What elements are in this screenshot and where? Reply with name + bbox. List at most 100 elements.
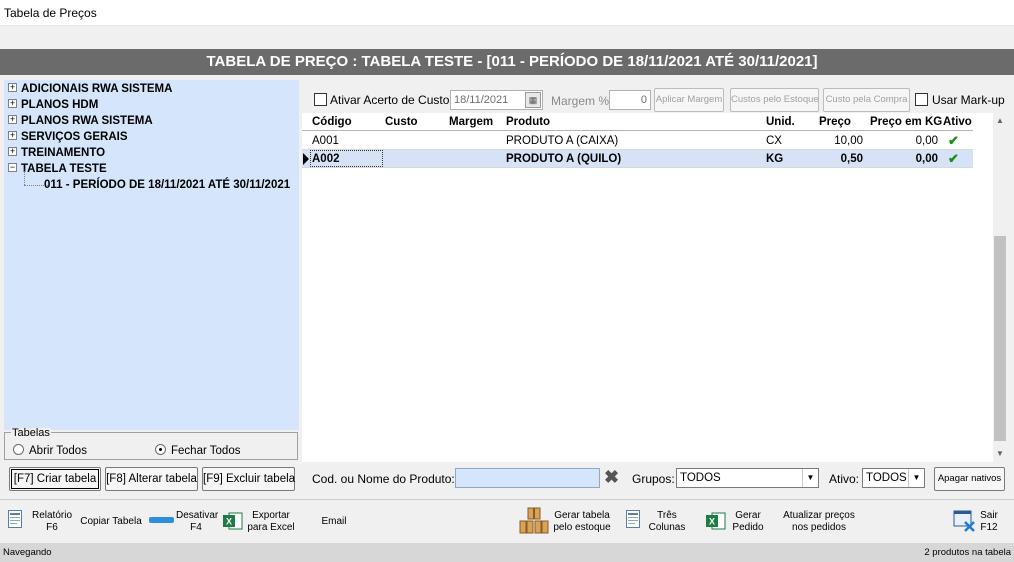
- product-search-input[interactable]: [455, 468, 600, 488]
- radio-indicator-checked[interactable]: [155, 444, 166, 456]
- gerar-pedido-label: Gerar: [735, 510, 761, 521]
- svg-text:X: X: [709, 517, 715, 527]
- column-header[interactable]: Unid.: [766, 116, 795, 128]
- radio-label: Fechar Todos: [171, 445, 241, 457]
- table-row-selected[interactable]: A002 PRODUTO A (QUILO) KG 0,50 0,00 ✔: [302, 150, 973, 168]
- tres-colunas-button[interactable]: Três Colunas: [622, 500, 690, 544]
- cell-produto[interactable]: PRODUTO A (CAIXA): [506, 135, 618, 147]
- column-header[interactable]: Preço em KG: [870, 116, 942, 128]
- chevron-down-icon[interactable]: ▼: [908, 469, 924, 487]
- scroll-thumb[interactable]: [994, 236, 1006, 441]
- tree-item-label: PLANOS HDM: [21, 99, 99, 111]
- tree-item-servicos-gerais[interactable]: + SERVIÇOS GERAIS: [8, 129, 128, 145]
- excel-icon: X: [706, 512, 726, 530]
- sair-shortcut: F12: [980, 522, 998, 533]
- tree-item-planos-hdm[interactable]: + PLANOS HDM: [8, 97, 98, 113]
- exportar-label: Exportar: [252, 510, 290, 521]
- tree-item-label: TREINAMENTO: [21, 147, 106, 159]
- ativo-value: TODOS: [866, 472, 907, 484]
- clear-filter-icon[interactable]: ✖: [604, 467, 619, 487]
- grupos-select[interactable]: TODOS ▼: [676, 468, 819, 488]
- grid-scrollbar[interactable]: ▲ ▼: [993, 113, 1007, 462]
- ativar-acerto-checkbox[interactable]: [314, 93, 327, 106]
- products-grid: Código Custo Margem Produto Unid. Preço …: [302, 113, 1007, 462]
- tres-label-2: Colunas: [648, 522, 686, 533]
- column-header[interactable]: Ativo: [943, 116, 972, 128]
- date-field[interactable]: 18/11/2021 ▦: [450, 90, 543, 110]
- apagar-nativos-button[interactable]: Apagar nativos: [934, 467, 1005, 491]
- copiar-label: Copiar Tabela: [80, 516, 142, 527]
- expand-icon[interactable]: +: [8, 115, 17, 125]
- product-filter-label: Cod. ou Nome do Produto:: [312, 472, 455, 486]
- column-header[interactable]: Código: [312, 116, 352, 128]
- ativo-select[interactable]: TODOS ▼: [862, 468, 925, 488]
- title-bar: Tabela de Preços: [0, 0, 1014, 26]
- calendar-icon[interactable]: ▦: [525, 92, 541, 108]
- custo-compra-button[interactable]: Custo pela Compra: [823, 88, 910, 112]
- email-button[interactable]: Email: [312, 500, 356, 544]
- boxes-icon: [519, 507, 549, 534]
- aplicar-margem-button[interactable]: Aplicar Margem: [654, 88, 724, 112]
- tree-item-periodo[interactable]: 011 - PERÍODO DE 18/11/2021 ATÉ 30/11/20…: [12, 171, 292, 193]
- column-header[interactable]: Custo: [385, 116, 418, 128]
- delete-table-button[interactable]: [F9] Excluir tabela: [202, 467, 295, 491]
- tree-item-label: PLANOS RWA SISTEMA: [21, 115, 153, 127]
- edit-table-button[interactable]: [F8] Alterar tabela: [105, 467, 198, 491]
- ativo-label: Ativo:: [829, 472, 860, 486]
- gerar-tabela-estoque-button[interactable]: Gerar tabela pelo estoque: [516, 500, 616, 544]
- cell-codigo[interactable]: A002: [312, 153, 340, 165]
- grid-header: Código Custo Margem Produto Unid. Preço …: [302, 113, 973, 131]
- cell-produto[interactable]: PRODUTO A (QUILO): [506, 153, 621, 165]
- cell-preco-kg[interactable]: 0,00: [882, 135, 938, 147]
- chevron-down-icon[interactable]: ▼: [802, 469, 818, 487]
- usar-markup-checkbox[interactable]: [915, 93, 928, 106]
- bottom-toolbar: Relatório F6 Copiar Tabela Desativar F4 …: [0, 499, 1014, 543]
- grupos-value: TODOS: [680, 472, 721, 484]
- sair-button[interactable]: Sair F12: [950, 500, 1002, 544]
- cell-preco-kg[interactable]: 0,00: [882, 153, 938, 165]
- tree-item-adicionais[interactable]: + ADICIONAIS RWA SISTEMA: [8, 81, 172, 97]
- expand-icon[interactable]: +: [8, 131, 17, 141]
- expand-icon[interactable]: +: [8, 147, 17, 157]
- column-header[interactable]: Produto: [506, 116, 550, 128]
- date-value: 18/11/2021: [454, 94, 509, 106]
- cell-codigo[interactable]: A001: [312, 135, 339, 147]
- gerar-pedido-button[interactable]: X Gerar Pedido: [704, 500, 768, 544]
- active-check-icon[interactable]: ✔: [948, 133, 959, 149]
- tree-item-treinamento[interactable]: + TREINAMENTO: [8, 145, 105, 161]
- copiar-tabela-button[interactable]: Copiar Tabela: [78, 500, 144, 544]
- cell-unid[interactable]: KG: [766, 153, 783, 165]
- column-header[interactable]: Margem: [449, 116, 493, 128]
- exportar-excel-button[interactable]: X Exportar para Excel: [220, 500, 300, 544]
- status-bar: Navegando 2 produtos na tabela: [0, 543, 1014, 562]
- collapse-icon[interactable]: −: [8, 163, 17, 173]
- margem-input[interactable]: 0: [609, 90, 651, 110]
- desativar-button[interactable]: Desativar F4: [146, 500, 218, 544]
- exportar-label-2: para Excel: [247, 522, 295, 533]
- atualizar-label-2: nos pedidos: [792, 522, 846, 533]
- atualizar-precos-button[interactable]: Atualizar preços nos pedidos: [778, 500, 860, 544]
- exit-icon: [953, 510, 975, 532]
- custos-estoque-button[interactable]: Custos pelo Estoque: [730, 88, 819, 112]
- radio-open-all[interactable]: Abrir Todos: [13, 444, 87, 458]
- report-icon: [8, 510, 22, 528]
- create-table-button[interactable]: [F7] Criar tabela: [9, 467, 101, 491]
- tree-item-planos-rwa[interactable]: + PLANOS RWA SISTEMA: [8, 113, 153, 129]
- radio-close-all[interactable]: Fechar Todos: [155, 444, 240, 458]
- relatorio-label: Relatório: [31, 510, 73, 521]
- price-table-window: Tabela de Preços TABELA DE PREÇO : TABEL…: [0, 0, 1014, 562]
- radio-label: Abrir Todos: [29, 445, 87, 457]
- active-check-icon[interactable]: ✔: [948, 151, 959, 167]
- expand-icon[interactable]: +: [8, 83, 17, 93]
- cell-preco[interactable]: 10,00: [812, 135, 863, 147]
- relatorio-button[interactable]: Relatório F6: [0, 500, 76, 544]
- cell-preco[interactable]: 0,50: [812, 153, 863, 165]
- table-row[interactable]: A001 PRODUTO A (CAIXA) CX 10,00 0,00 ✔: [302, 132, 973, 150]
- tree-item-tabela-teste[interactable]: − TABELA TESTE: [8, 161, 107, 177]
- expand-icon[interactable]: +: [8, 99, 17, 109]
- cell-unid[interactable]: CX: [766, 135, 782, 147]
- scroll-down-icon[interactable]: ▼: [993, 446, 1007, 462]
- column-header[interactable]: Preço: [819, 116, 851, 128]
- radio-indicator[interactable]: [13, 444, 24, 456]
- scroll-up-icon[interactable]: ▲: [993, 113, 1007, 129]
